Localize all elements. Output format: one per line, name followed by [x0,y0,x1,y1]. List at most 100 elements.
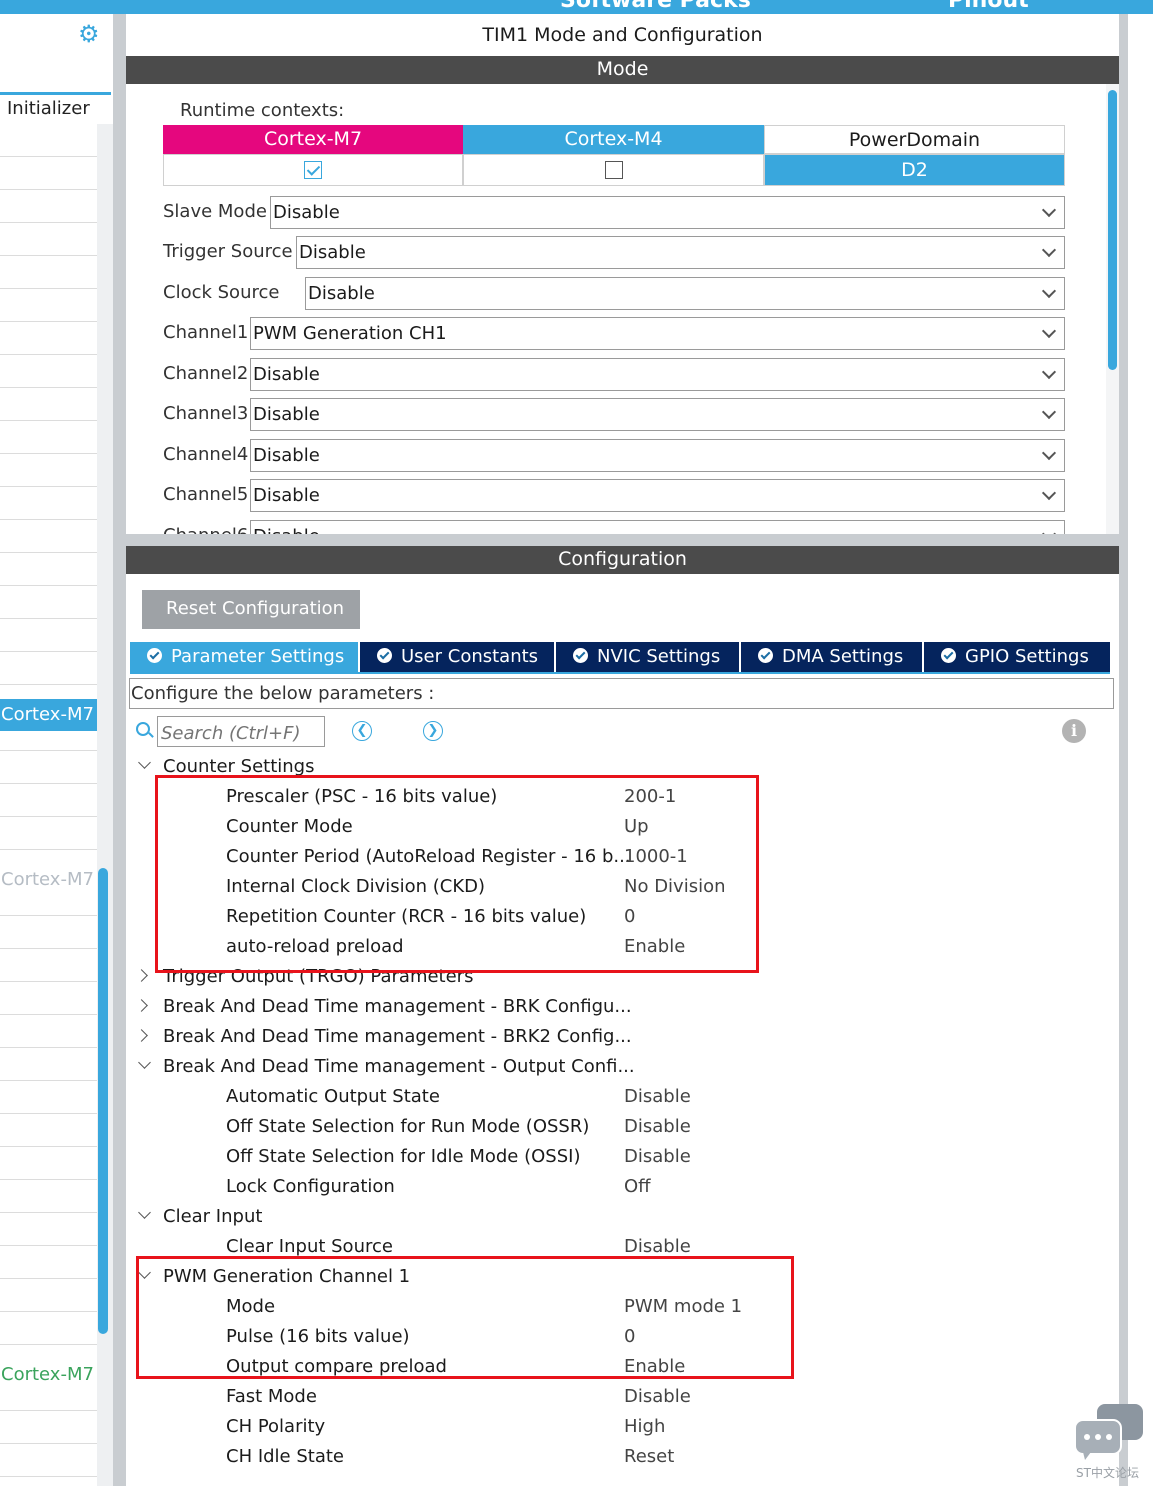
group-brk-configuration[interactable]: Break And Dead Time management - BRK Con… [130,996,1110,1026]
left-context-cortex-m7-disabled[interactable]: Cortex-M7 [0,864,97,896]
channel2-value: Disable [253,364,320,385]
channel5-select[interactable]: Disable [250,479,1065,512]
mode-scrollbar-thumb[interactable] [1108,90,1117,370]
param-value[interactable]: Disable [624,1386,691,1407]
left-grid [0,124,97,1486]
panel-divider[interactable] [113,14,126,1486]
check-circle-icon [147,648,162,663]
param-row[interactable]: Automatic Output State Disable [130,1086,1110,1116]
channel1-label: Channel1 [163,322,249,343]
param-value[interactable]: Disable [624,1236,691,1257]
clock-source-value: Disable [308,283,375,304]
trigger-source-value: Disable [299,242,366,263]
chevron-down-icon [1041,202,1057,218]
chevron-right-icon[interactable] [135,999,148,1012]
tab-label: GPIO Settings [965,646,1089,667]
gear-icon[interactable]: ⚙ [78,22,104,48]
chat-bubbles-icon [1075,1404,1143,1460]
slave-mode-select[interactable]: Disable [270,196,1065,229]
search-icon [136,722,150,736]
chevron-down-icon[interactable] [138,1206,151,1219]
search-input[interactable] [157,716,325,747]
mode-section-header: Mode [126,56,1119,84]
chevron-down-icon[interactable] [138,1056,151,1069]
left-context-cortex-m7-enabled[interactable]: Cortex-M7 [0,1359,97,1391]
clock-source-select[interactable]: Disable [305,277,1065,310]
clock-source-label: Clock Source [163,282,280,303]
param-name: Off State Selection for Idle Mode (OSSI) [226,1146,581,1167]
channel3-select[interactable]: Disable [250,398,1065,431]
param-name: Off State Selection for Run Mode (OSSR) [226,1116,590,1137]
param-row[interactable]: CH Polarity High [130,1416,1110,1446]
tab-software-packs[interactable]: Software Packs [560,0,751,13]
tab-label: NVIC Settings [597,646,721,667]
trigger-source-label: Trigger Source [163,241,293,262]
slave-mode-value: Disable [273,202,340,223]
tab-gpio-settings[interactable]: GPIO Settings [924,642,1110,672]
chevron-down-icon [1041,364,1057,380]
param-value[interactable]: Disable [624,1116,691,1137]
check-circle-icon [941,648,956,663]
channel3-label: Channel3 [163,403,249,424]
group-brk2-configuration[interactable]: Break And Dead Time management - BRK2 Co… [130,1026,1110,1056]
param-name: CH Polarity [226,1416,326,1437]
group-label: Counter Settings [163,756,315,777]
highlight-box-counter-settings [155,775,759,973]
previous-result-icon[interactable]: ❮ [352,721,372,741]
group-clear-input[interactable]: Clear Input [130,1206,1110,1236]
watermark-text: ST中文论坛 [1076,1466,1139,1480]
chevron-right-icon[interactable] [135,969,148,982]
channel4-select[interactable]: Disable [250,439,1065,472]
left-context-cortex-m7-selected[interactable]: Cortex-M7 [0,699,97,731]
tab-user-constants[interactable]: User Constants [360,642,554,672]
param-row[interactable]: Fast Mode Disable [130,1386,1110,1416]
param-value[interactable]: Disable [624,1086,691,1107]
tab-dma-settings[interactable]: DMA Settings [741,642,922,672]
channel5-value: Disable [253,485,320,506]
check-circle-icon [758,648,773,663]
trigger-source-select[interactable]: Disable [296,236,1065,269]
param-row[interactable]: Off State Selection for Idle Mode (OSSI)… [130,1146,1110,1176]
param-value[interactable]: Disable [624,1146,691,1167]
group-label: Break And Dead Time management - BRK Con… [163,996,632,1017]
param-value[interactable]: Off [624,1176,651,1197]
tab-label: Parameter Settings [171,646,345,667]
highlight-box-pwm-channel-1 [136,1256,794,1379]
param-value[interactable]: High [624,1416,665,1437]
top-navigation-bar: Software Packs Pinout [0,0,1153,14]
right-divider[interactable] [1119,14,1128,1486]
group-label: Break And Dead Time management - BRK2 Co… [163,1026,632,1047]
param-row[interactable]: Lock Configuration Off [130,1176,1110,1206]
chevron-down-icon [1041,242,1057,258]
group-output-configuration[interactable]: Break And Dead Time management - Output … [130,1056,1110,1086]
chevron-down-icon [1041,445,1057,461]
param-name: Clear Input Source [226,1236,393,1257]
param-row[interactable]: CH Idle State Reset [130,1446,1110,1476]
channel1-select[interactable]: PWM Generation CH1 [250,317,1065,350]
tab-pinout[interactable]: Pinout [948,0,1029,13]
chevron-down-icon [1041,526,1057,534]
tab-label: DMA Settings [782,646,904,667]
page-title: TIM1 Mode and Configuration [482,24,763,46]
slave-mode-label: Slave Mode [163,201,267,222]
info-icon[interactable]: i [1062,719,1086,743]
chevron-right-icon[interactable] [135,1029,148,1042]
tab-nvic-settings[interactable]: NVIC Settings [556,642,739,672]
check-circle-icon [377,648,392,663]
reset-configuration-button[interactable]: Reset Configuration [142,590,360,629]
param-value[interactable]: Reset [624,1446,674,1467]
configure-description: Configure the below parameters : [129,678,1114,709]
param-row[interactable]: Off State Selection for Run Mode (OSSR) D… [130,1116,1110,1146]
param-name: Automatic Output State [226,1086,440,1107]
chevron-down-icon[interactable] [138,756,151,769]
channel6-value: Disable [253,526,320,534]
left-scrollbar-thumb[interactable] [98,868,108,1334]
tab-underline [130,672,1110,674]
chevron-down-icon [1041,485,1057,501]
channel2-select[interactable]: Disable [250,358,1065,391]
tab-parameter-settings[interactable]: Parameter Settings [130,642,358,672]
channel3-value: Disable [253,404,320,425]
channel6-select[interactable]: Disable [250,520,1065,534]
next-result-icon[interactable]: ❯ [423,721,443,741]
param-name: Lock Configuration [226,1176,395,1197]
